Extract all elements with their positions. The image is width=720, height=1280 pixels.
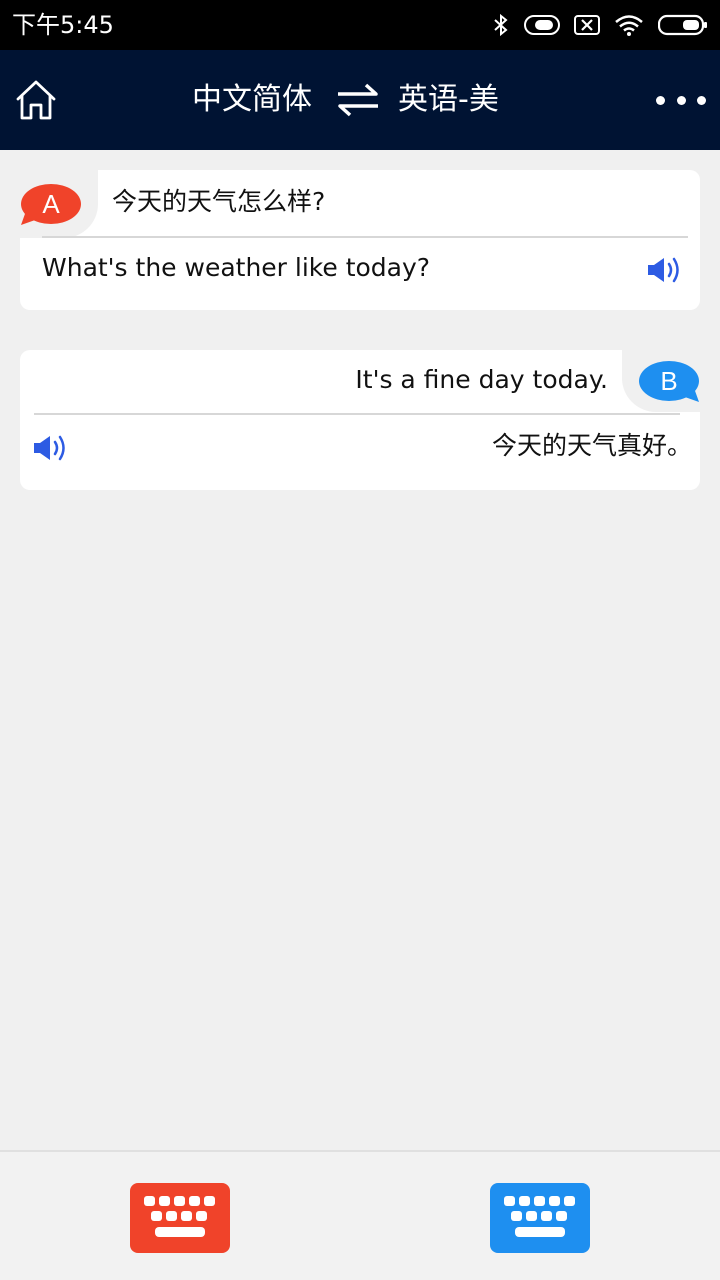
play-audio-button-a[interactable] bbox=[646, 254, 686, 286]
message-b-original: It's a fine day today. bbox=[355, 365, 608, 394]
toggle-icon bbox=[524, 15, 560, 35]
message-a-translation: What's the weather like today? bbox=[42, 253, 431, 282]
divider bbox=[42, 236, 688, 238]
battery-icon bbox=[658, 14, 707, 36]
swap-languages-button[interactable] bbox=[334, 80, 382, 120]
keyboard-icon bbox=[144, 1196, 215, 1237]
swap-icon bbox=[338, 83, 378, 117]
speaker-icon bbox=[34, 435, 65, 461]
keyboard-b-button[interactable] bbox=[490, 1183, 590, 1253]
speaker-b-label: B bbox=[660, 366, 677, 396]
top-bar: 中文简体 英语-美 bbox=[0, 50, 720, 150]
source-language[interactable]: 中文简体 bbox=[192, 80, 312, 120]
home-icon bbox=[16, 80, 56, 120]
more-button[interactable] bbox=[656, 86, 706, 114]
more-icon-dot bbox=[676, 95, 686, 105]
keyboard-icon bbox=[504, 1196, 575, 1237]
bluetooth-icon bbox=[494, 13, 508, 37]
target-language[interactable]: 英语-美 bbox=[398, 80, 499, 120]
speaker-a-label: A bbox=[42, 189, 60, 219]
status-time: 下午5:45 bbox=[12, 11, 114, 39]
speaker-a-avatar: A bbox=[20, 181, 82, 227]
home-button[interactable] bbox=[14, 78, 58, 122]
message-b-translation: 今天的天气真好。 bbox=[491, 431, 692, 460]
more-icon-dot bbox=[697, 95, 706, 105]
play-audio-button-b[interactable] bbox=[32, 432, 72, 464]
keyboard-a-button[interactable] bbox=[130, 1183, 230, 1253]
wifi-icon bbox=[615, 15, 643, 36]
speaker-icon bbox=[648, 257, 679, 283]
speaker-b-avatar: B bbox=[638, 358, 700, 404]
divider bbox=[34, 413, 680, 415]
bottom-bar bbox=[0, 1150, 720, 1280]
sim-off-icon bbox=[574, 15, 600, 35]
message-a-original: 今天的天气怎么样? bbox=[112, 187, 326, 216]
more-icon-dot bbox=[656, 95, 665, 105]
status-icons bbox=[492, 11, 708, 39]
status-bar: 下午5:45 bbox=[0, 0, 720, 50]
